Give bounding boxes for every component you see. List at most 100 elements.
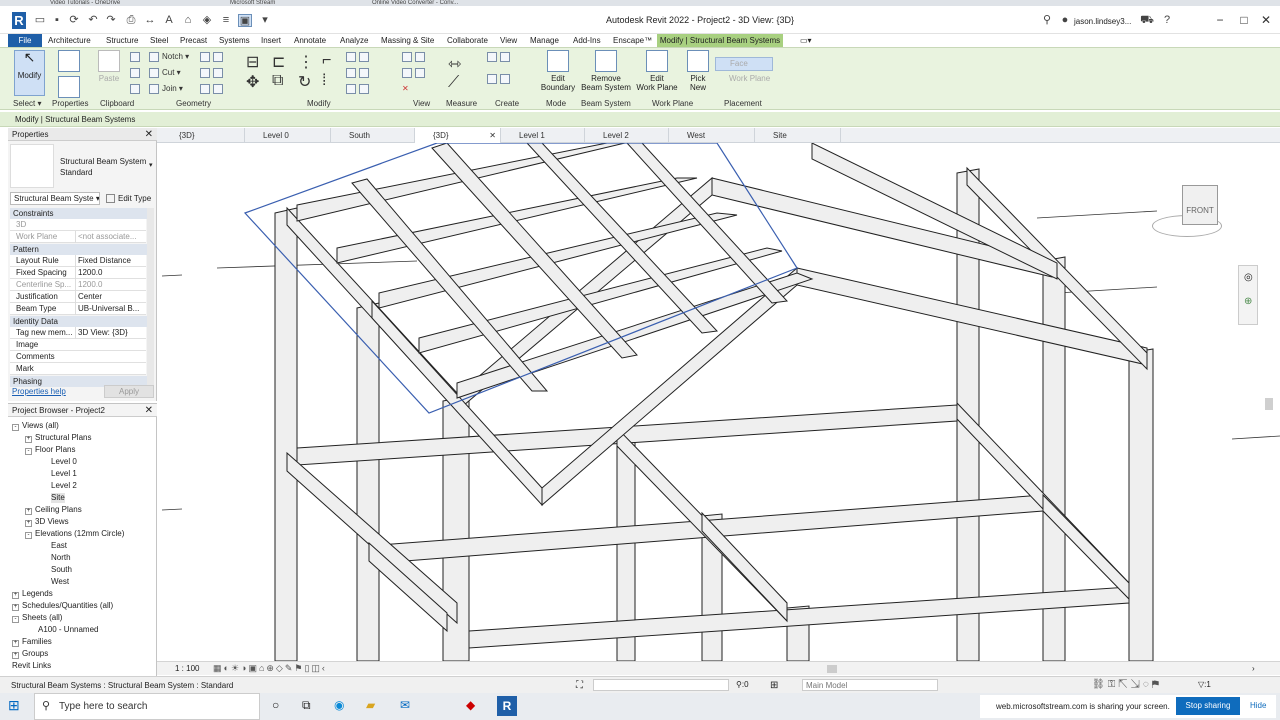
tab-collaborate[interactable]: Collaborate <box>447 34 488 47</box>
geometry-tools-2[interactable] <box>200 68 226 78</box>
cortana-icon[interactable]: ○ <box>272 698 279 712</box>
geometry-tools[interactable] <box>200 52 226 62</box>
create-tools-a[interactable] <box>487 52 513 62</box>
dimension-icon[interactable]: ⟋ <box>448 74 459 92</box>
workset-icon[interactable]: ⛶ <box>576 680 583 691</box>
browser-node[interactable]: +3D Views <box>25 517 69 527</box>
workset-dropdown[interactable] <box>593 679 729 691</box>
design-option-icon[interactable]: ⊞ <box>770 680 778 691</box>
property-row[interactable]: Image <box>10 339 146 351</box>
move-icon[interactable]: ✥ <box>246 72 259 92</box>
zoom-icon[interactable]: ⊕ <box>1244 296 1252 307</box>
view-tab[interactable]: Level 2 <box>585 128 669 143</box>
view-control-icons[interactable]: ▦◐☀◑▣⌂⊕◇✎⚑▯◫‹ <box>213 663 327 674</box>
3d-viewport[interactable]: FRONT ◎ ⊕ <box>157 143 1280 661</box>
acrobat-icon[interactable]: ◆ <box>466 698 475 712</box>
navigation-bar[interactable]: ◎ ⊕ <box>1238 265 1258 325</box>
tab-view[interactable]: View <box>500 34 517 47</box>
thin-lines-icon[interactable]: ≡ <box>219 14 233 27</box>
tab-add-ins[interactable]: Add-Ins <box>573 34 601 47</box>
property-row[interactable]: Layout Rule Fixed Distance <box>10 255 146 267</box>
mirror-icon[interactable]: ⋮ <box>298 52 314 72</box>
cut-clip-icon[interactable] <box>130 68 143 78</box>
browser-node[interactable]: East <box>51 541 67 551</box>
stop-sharing-button[interactable]: Stop sharing <box>1176 697 1240 715</box>
browser-node[interactable]: + Groups <box>12 649 48 659</box>
section-pattern[interactable]: Pattern <box>10 244 153 255</box>
browser-node[interactable]: Level 0 <box>51 457 77 467</box>
browser-node[interactable]: South <box>51 565 72 575</box>
cart-icon[interactable]: ⛟ <box>1140 14 1154 27</box>
view-tab[interactable]: Site <box>755 128 841 143</box>
property-row[interactable]: Justification Center <box>10 291 146 303</box>
edge-icon[interactable]: ◉ <box>334 698 344 712</box>
browser-node[interactable]: West <box>51 577 69 587</box>
expand-icon[interactable]: + <box>25 508 32 515</box>
properties-button[interactable] <box>52 50 86 100</box>
instance-filter-dropdown[interactable]: Structural Beam Syste ▾ <box>10 192 100 205</box>
tab-enscape[interactable]: Enscape™ <box>613 34 652 47</box>
ribbon-options-icon[interactable]: ▭▾ <box>800 34 812 47</box>
edit-work-plane-button[interactable]: Edit Work Plane <box>634 50 680 92</box>
paste-button[interactable]: Paste <box>96 50 122 83</box>
notch-button[interactable]: Notch ▾ <box>149 52 189 62</box>
modify-tools-b[interactable] <box>346 68 372 78</box>
property-row[interactable]: Centerline Sp... 1200.0 <box>10 279 146 291</box>
view-tab-active[interactable]: {3D} ✕ <box>415 128 501 143</box>
view-tools-a[interactable] <box>402 52 428 62</box>
modify-button[interactable]: ↖ Modify <box>14 50 45 96</box>
scroll-right-icon[interactable]: › <box>1252 664 1255 673</box>
property-row[interactable]: Tag new mem... 3D View: {3D} <box>10 327 146 339</box>
work-plane-toggle[interactable]: Work Plane <box>715 73 773 87</box>
collapse-icon[interactable]: - <box>12 616 19 623</box>
revit-taskbar-icon[interactable]: R <box>497 696 517 716</box>
view-cube-front[interactable]: FRONT <box>1182 185 1218 225</box>
property-row[interactable]: Mark <box>10 363 146 375</box>
expand-icon[interactable]: + <box>12 604 19 611</box>
align-icon[interactable]: ⊟ <box>246 52 259 72</box>
steering-wheel-icon[interactable]: ◎ <box>1244 272 1253 283</box>
view-tab[interactable]: South <box>331 128 415 143</box>
tab-precast[interactable]: Precast <box>180 34 207 47</box>
task-view-icon[interactable]: ⧉ <box>302 698 311 713</box>
type-dropdown-icon[interactable]: ▾ <box>149 161 153 169</box>
create-tools-b[interactable] <box>487 74 513 84</box>
rotate-icon[interactable]: ↻ <box>298 72 311 92</box>
tab-file[interactable]: File <box>8 34 42 47</box>
minimize-icon[interactable]: − <box>1212 13 1228 27</box>
tab-annotate[interactable]: Annotate <box>294 34 326 47</box>
browser-node[interactable]: + Ceiling Plans <box>25 505 82 515</box>
collapse-icon[interactable]: - <box>25 448 32 455</box>
measure-tool-icon[interactable]: ⇿ <box>448 54 461 74</box>
redo-icon[interactable]: ↷ <box>104 14 118 27</box>
measure-icon[interactable]: ↔ <box>143 14 157 27</box>
edit-type-button[interactable]: Edit Type <box>104 192 154 205</box>
offset-icon[interactable]: ⊏ <box>272 52 285 72</box>
browser-node[interactable]: Site <box>51 493 65 503</box>
3d-view-icon[interactable]: ⌂ <box>181 14 195 27</box>
tab-manage[interactable]: Manage <box>530 34 559 47</box>
browser-node[interactable]: - Views (all) <box>12 421 59 431</box>
browser-node[interactable]: Level 1 <box>51 469 77 479</box>
property-row[interactable]: 3D <box>10 219 146 231</box>
tab-architecture[interactable]: Architecture <box>48 34 91 47</box>
mail-icon[interactable]: ✉ <box>400 698 410 712</box>
switch-windows-icon[interactable]: ▣ <box>238 14 252 27</box>
print-icon[interactable]: ⎙ <box>124 14 138 27</box>
modify-tools-c[interactable] <box>346 84 372 94</box>
properties-help-link[interactable]: Properties help <box>12 387 66 396</box>
copy-element-icon[interactable]: ⧉ <box>272 72 283 90</box>
type-selector[interactable]: Structural Beam System Standard <box>60 156 146 178</box>
view-tab[interactable]: West <box>669 128 755 143</box>
hide-button[interactable]: Hide <box>1250 701 1266 710</box>
trim-icon[interactable]: ⌐ <box>322 52 331 70</box>
help-icon[interactable]: ? <box>1160 14 1174 27</box>
view-tab[interactable]: {3D} <box>161 128 245 143</box>
browser-node[interactable]: - Floor Plans <box>25 445 75 455</box>
modify-tools-a[interactable] <box>346 52 372 62</box>
maximize-icon[interactable]: □ <box>1236 13 1252 27</box>
cut-button[interactable]: Cut ▾ <box>149 68 181 78</box>
edit-boundary-button[interactable]: Edit Boundary <box>538 50 578 92</box>
delete-icon[interactable]: ✕ <box>402 84 409 93</box>
revit-logo-icon[interactable]: R <box>12 12 26 29</box>
